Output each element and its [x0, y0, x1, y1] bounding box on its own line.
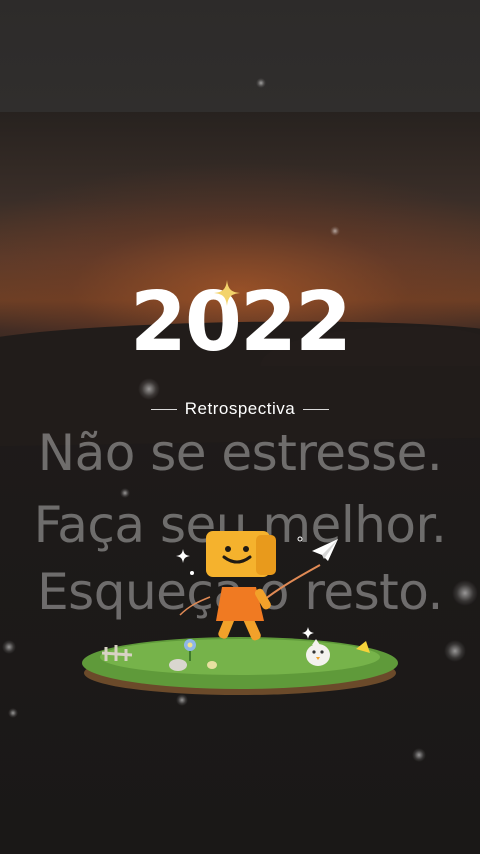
sparkle-icon [214, 280, 240, 306]
sparkle-icon [302, 627, 314, 639]
subtitle-row: Retrospectiva [0, 398, 480, 420]
smiley-box-mascot [206, 531, 276, 641]
island-grass-highlight [100, 639, 380, 675]
mascot-illustration [82, 531, 398, 695]
bokeh-light [412, 748, 426, 762]
bokeh-light [256, 78, 266, 88]
motion-trail [179, 596, 211, 616]
paper-plane-icon [312, 539, 338, 561]
rock [207, 661, 217, 669]
rock [169, 659, 187, 671]
subtitle-divider-left [150, 408, 177, 410]
sparkle-icon [176, 549, 190, 563]
sparkle-dot [297, 536, 303, 542]
subtitle-divider-right [303, 408, 330, 410]
bokeh-light [2, 640, 16, 654]
sparkle-dot [190, 571, 194, 575]
top-overlay-band [0, 0, 480, 112]
bokeh-light [8, 708, 18, 718]
quote-line-1: Não se estresse. [37, 424, 443, 482]
bokeh-light [138, 378, 160, 400]
bokeh-light [444, 640, 466, 662]
story-screen[interactable]: 2022 Retrospectiva Não se estresse. Faça… [0, 0, 480, 854]
bokeh-light [330, 226, 340, 236]
year-title: 2022 [129, 275, 352, 370]
subtitle: Retrospectiva [184, 399, 296, 418]
